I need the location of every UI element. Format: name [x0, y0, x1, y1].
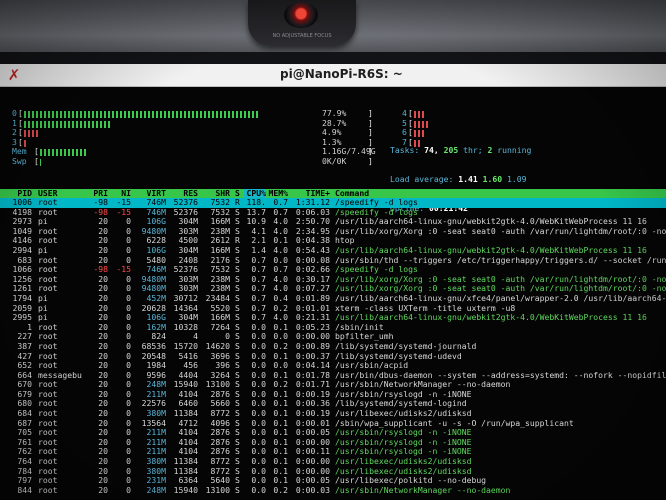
- cell-s: S: [235, 484, 240, 495]
- webcam: NO ADJUSTABLE FOCUS: [248, 0, 356, 46]
- load-line: Load average: 1.41 1.60 1.09: [390, 173, 531, 185]
- webcam-lens: [284, 2, 318, 28]
- swp-bar: [40, 159, 41, 166]
- cpu-3-meter: 3[1.3%]: [12, 137, 373, 148]
- cell-res: 15940: [173, 484, 198, 495]
- process-row[interactable]: 844 root 20 0 248M 15940 13100 S 0.0 0.2 0:00.03/u…: [0, 484, 666, 496]
- tasks-label: Tasks:: [390, 145, 420, 156]
- cpu-0-meter: 0[77.9%]: [12, 108, 373, 119]
- cell-user: root: [38, 484, 58, 495]
- swp-bracket-close: ]: [368, 156, 373, 166]
- window-titlebar[interactable]: ✗ pi@NanoPi-R6S: ~: [0, 64, 666, 87]
- swp-value: 0K/0K: [322, 156, 347, 166]
- cpu-0-bar: [24, 111, 258, 118]
- load-1: 1.41: [458, 173, 478, 184]
- cell-mem: 0.2: [273, 484, 288, 495]
- x-terminal-icon[interactable]: ✗: [6, 67, 22, 83]
- webcam-brand-text: NO ADJUSTABLE FOCUS: [272, 33, 332, 39]
- load-15: 1.09: [506, 173, 527, 184]
- tasks-line: Tasks: 74, 205 thr; 2 running: [390, 145, 532, 156]
- htop-terminal[interactable]: 0[77.9%] 1[28.7%] 2[4.9%] 3[1.3%] Mem[1.16G/…: [0, 87, 666, 500]
- cell-cmd: /usr/sbin/NetworkManager --no-daemon: [335, 484, 511, 495]
- cpu-4-bar: [414, 111, 426, 118]
- threads-value: 205: [443, 145, 459, 156]
- cell-cmd: /usr/lib/xorg/Xorg :0 -seat seat0 -auth …: [335, 225, 666, 236]
- running-label: running: [497, 145, 532, 156]
- cell-time: 0:00.03: [295, 484, 330, 495]
- cell-ni: 0: [126, 484, 131, 495]
- swp-bracket-open: [: [34, 156, 39, 166]
- mem-bar: [40, 149, 87, 157]
- monitor-screen: ✗ pi@NanoPi-R6S: ~ 0[77.9%] 1[28.7%] 2[4.9…: [0, 64, 666, 500]
- running-value: 2: [487, 145, 493, 156]
- cpu-1-meter: 1[28.7%]: [12, 118, 373, 129]
- cell-shr: 13100: [205, 484, 230, 495]
- load-label: Load average:: [390, 173, 454, 184]
- window-title: pi@NanoPi-R6S: ~: [280, 67, 403, 81]
- tasks-value: 74,: [424, 145, 439, 156]
- load-5: 1.60: [482, 173, 503, 184]
- cpu-1-bar: [24, 120, 110, 128]
- swp-meter: Swp [0K/0K]: [12, 156, 373, 167]
- cell-virt: 248M: [146, 484, 167, 495]
- cpu-2-bar: [24, 130, 39, 138]
- cpu-2-meter: 2[4.9%]: [12, 128, 373, 138]
- mem-meter: Mem[1.16G/7.49G]: [12, 147, 376, 157]
- process-list: 1006 root -98 -15 746M 52376 7532 R 118. 0.7 1:31.…: [0, 197, 666, 496]
- cell-pid: 844: [17, 484, 32, 495]
- swp-label: Swp: [12, 156, 27, 166]
- cell-pri: 20: [98, 484, 108, 495]
- cell-cpu: 0.0: [251, 484, 266, 495]
- threads-label: thr;: [463, 145, 483, 156]
